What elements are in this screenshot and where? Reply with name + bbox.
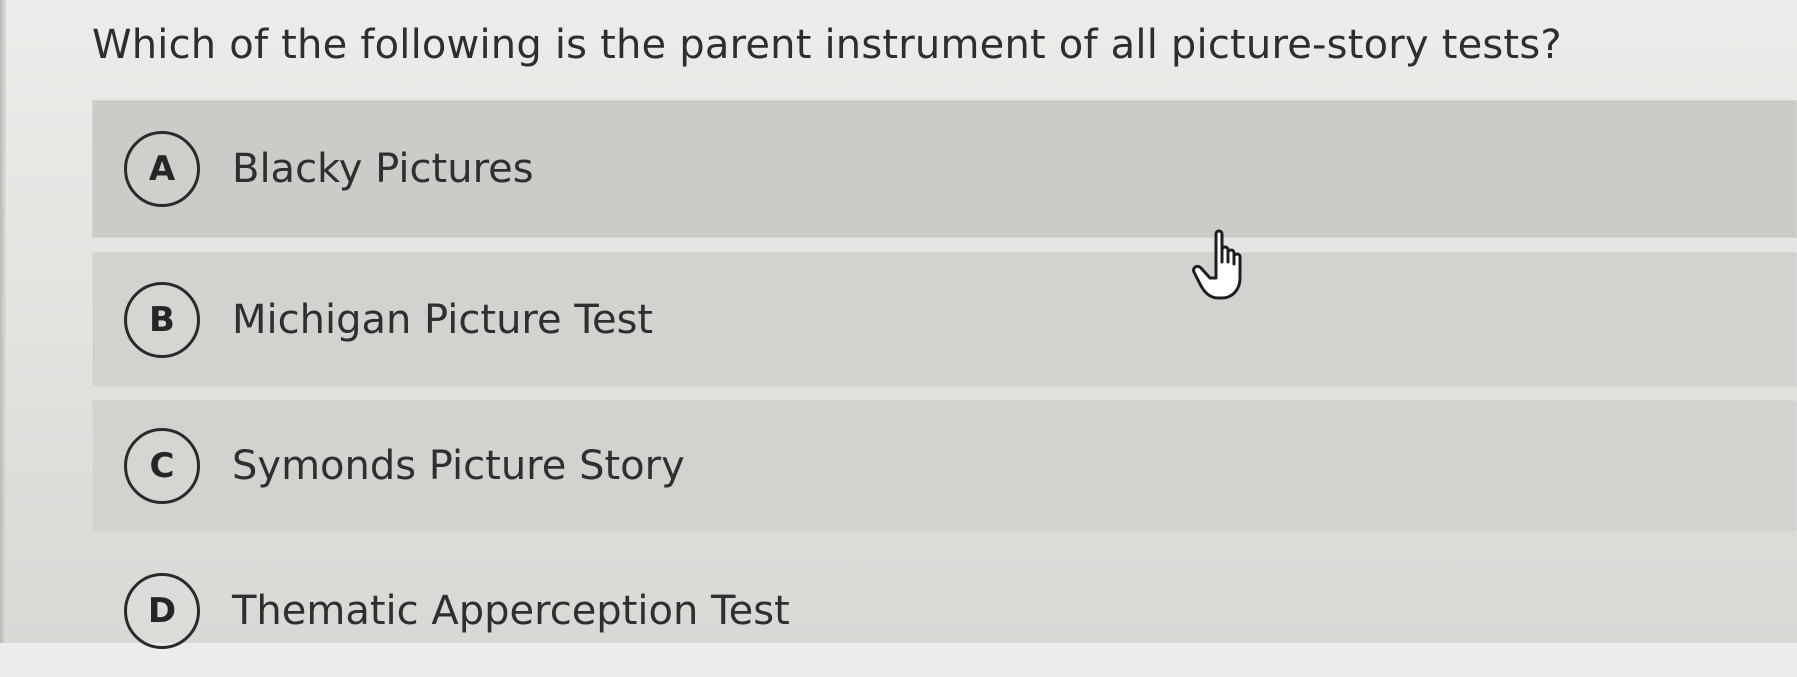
question-text: Which of the following is the parent ins… (92, 22, 1562, 68)
option-d-letter[interactable]: D (124, 573, 200, 649)
option-a-label: Blacky Pictures (232, 146, 534, 192)
option-b-label: Michigan Picture Test (232, 296, 654, 343)
option-d[interactable]: D Thematic Apperception Test (92, 545, 1797, 677)
screen-edge (0, 0, 6, 643)
option-a[interactable]: A Blacky Pictures (92, 100, 1797, 238)
option-c-letter[interactable]: C (124, 428, 200, 504)
option-c[interactable]: C Symonds Picture Story (92, 400, 1797, 532)
hand-pointer-icon (1192, 229, 1242, 300)
option-a-letter[interactable]: A (124, 131, 200, 207)
option-d-label: Thematic Apperception Test (232, 588, 790, 634)
option-b-letter[interactable]: B (124, 281, 200, 358)
option-c-label: Symonds Picture Story (232, 443, 685, 489)
option-b[interactable]: B Michigan Picture Test (92, 252, 1797, 387)
